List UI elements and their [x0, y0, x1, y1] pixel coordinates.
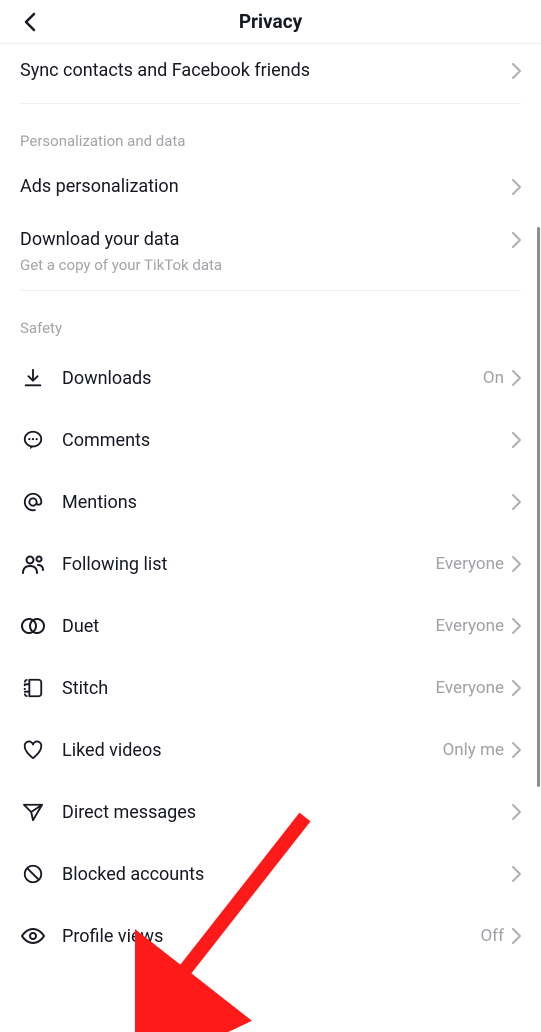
- row-label: Sync contacts and Facebook friends: [20, 60, 512, 81]
- row-direct-messages[interactable]: Direct messages: [0, 781, 541, 843]
- eye-icon: [20, 923, 46, 949]
- page-title: Privacy: [239, 10, 302, 33]
- stitch-icon: [20, 675, 46, 701]
- heart-icon: [20, 737, 46, 763]
- section-heading-safety: Safety: [0, 305, 541, 347]
- chevron-right-icon: [512, 370, 521, 386]
- download-icon: [20, 365, 46, 391]
- chevron-right-icon: [512, 804, 521, 820]
- row-sync-contacts[interactable]: Sync contacts and Facebook friends: [0, 44, 541, 97]
- row-label: Comments: [62, 430, 512, 451]
- chevron-right-icon: [512, 680, 521, 696]
- row-label: Stitch: [62, 678, 435, 699]
- back-button[interactable]: [18, 10, 42, 34]
- chevron-right-icon: [512, 556, 521, 572]
- row-label: Profile views: [62, 926, 480, 947]
- row-label: Liked videos: [62, 740, 443, 761]
- at-sign-icon: [20, 489, 46, 515]
- row-label: Ads personalization: [20, 176, 512, 197]
- row-label: Download your data: [20, 229, 512, 250]
- row-label: Mentions: [62, 492, 512, 513]
- scrollbar[interactable]: [537, 227, 540, 787]
- block-icon: [20, 861, 46, 887]
- row-value: On: [483, 368, 504, 388]
- people-icon: [20, 551, 46, 577]
- divider: [20, 103, 521, 104]
- header: Privacy: [0, 0, 541, 44]
- send-icon: [20, 799, 46, 825]
- chevron-right-icon: [512, 63, 521, 79]
- duet-icon: [20, 613, 46, 639]
- row-label: Duet: [62, 616, 435, 637]
- comment-icon: [20, 427, 46, 453]
- chevron-right-icon: [512, 866, 521, 882]
- row-downloads[interactable]: Downloads On: [0, 347, 541, 409]
- chevron-right-icon: [512, 742, 521, 758]
- chevron-left-icon: [23, 12, 37, 32]
- row-value: Everyone: [435, 616, 504, 636]
- row-following-list[interactable]: Following list Everyone: [0, 533, 541, 595]
- row-duet[interactable]: Duet Everyone: [0, 595, 541, 657]
- divider: [20, 290, 521, 291]
- row-value: Only me: [443, 740, 504, 760]
- row-label: Direct messages: [62, 802, 512, 823]
- row-label: Following list: [62, 554, 435, 575]
- row-value: Everyone: [435, 678, 504, 698]
- row-value: Everyone: [435, 554, 504, 574]
- chevron-right-icon: [512, 179, 521, 195]
- download-data-subtext: Get a copy of your TikTok data: [0, 256, 541, 284]
- chevron-right-icon: [512, 618, 521, 634]
- row-blocked-accounts[interactable]: Blocked accounts: [0, 843, 541, 905]
- chevron-right-icon: [512, 928, 521, 944]
- row-liked-videos[interactable]: Liked videos Only me: [0, 719, 541, 781]
- chevron-right-icon: [512, 232, 521, 248]
- row-value: Off: [480, 926, 504, 946]
- row-comments[interactable]: Comments: [0, 409, 541, 471]
- chevron-right-icon: [512, 432, 521, 448]
- chevron-right-icon: [512, 494, 521, 510]
- row-label: Blocked accounts: [62, 864, 512, 885]
- row-stitch[interactable]: Stitch Everyone: [0, 657, 541, 719]
- row-mentions[interactable]: Mentions: [0, 471, 541, 533]
- content: Sync contacts and Facebook friends Perso…: [0, 44, 541, 967]
- section-heading-personalization: Personalization and data: [0, 118, 541, 160]
- row-profile-views[interactable]: Profile views Off: [0, 905, 541, 967]
- row-label: Downloads: [62, 368, 483, 389]
- row-ads-personalization[interactable]: Ads personalization: [0, 160, 541, 213]
